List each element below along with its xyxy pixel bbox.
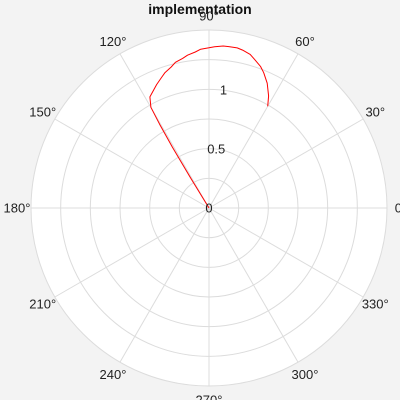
theta-tick-label: 330° [362, 297, 389, 312]
theta-tick-label: 240° [100, 367, 127, 382]
r-tick-label: 0 [205, 201, 212, 216]
theta-tick-label: 150° [29, 105, 56, 120]
theta-tick-label: 30° [365, 105, 385, 120]
polar-chart: 0° 30° 60° 90° 120° 150° 180° 210° 240° 270° 300° 3… [4, 9, 400, 400]
theta-tick-label: 270° [196, 393, 223, 400]
figure: implementation 0°30°60°90°120°150°180°21… [0, 0, 400, 400]
theta-tick-label: 180° [4, 201, 31, 216]
r-tick-label: 1 [220, 83, 227, 98]
theta-tick-label: 300° [292, 367, 319, 382]
theta-tick-label: 210° [29, 297, 56, 312]
theta-tick-label: 0° [395, 201, 400, 216]
theta-tick-label: 60° [295, 34, 315, 49]
theta-tick-label: 90° [199, 9, 219, 24]
theta-tick-label: 120° [100, 34, 127, 49]
r-tick-label: 0.5 [207, 142, 225, 157]
